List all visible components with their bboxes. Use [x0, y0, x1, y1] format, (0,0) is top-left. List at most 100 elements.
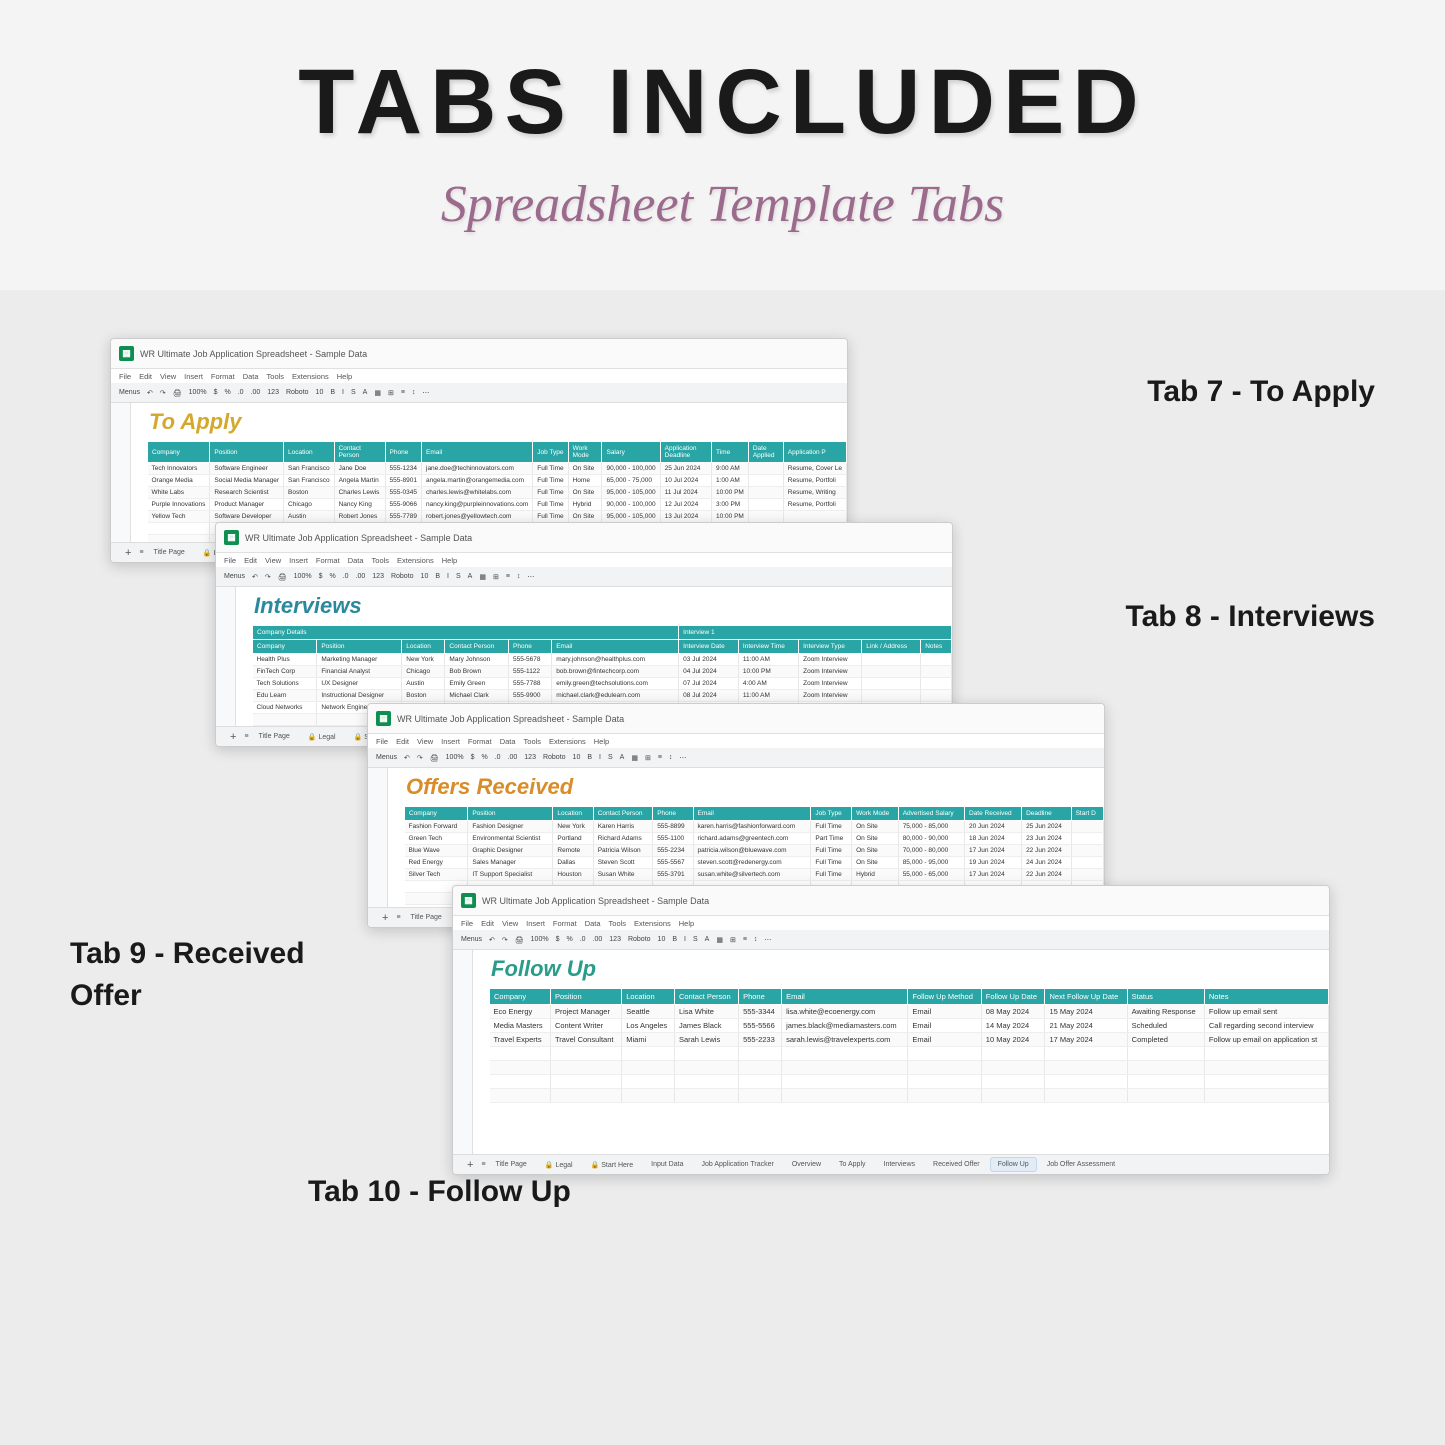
toolbar-button[interactable]: A	[363, 389, 368, 396]
menu-item[interactable]: Format	[316, 556, 340, 565]
toolbar-button[interactable]: Menus	[461, 936, 482, 943]
menu-item[interactable]: File	[461, 919, 473, 928]
menu-item[interactable]: Insert	[526, 919, 545, 928]
column-header[interactable]: Company	[405, 807, 468, 821]
menu-item[interactable]: Help	[594, 737, 609, 746]
toolbar-button[interactable]: $	[319, 573, 323, 580]
menu-item[interactable]: View	[417, 737, 433, 746]
toolbar-button[interactable]: 123	[372, 573, 384, 580]
toolbar-button[interactable]: B	[435, 573, 440, 580]
toolbar-button[interactable]: ⊞	[493, 573, 499, 581]
menu-item[interactable]: Edit	[139, 372, 152, 381]
column-header[interactable]: Location	[402, 640, 445, 654]
sheet-tab[interactable]: Title Page	[488, 1157, 535, 1172]
sheet-tab[interactable]: 🔒 Start Here	[583, 1157, 642, 1173]
menu-item[interactable]: Tools	[609, 919, 627, 928]
toolbar-button[interactable]: %	[329, 573, 335, 580]
sheet-tab[interactable]: Overview	[784, 1157, 829, 1172]
menu-item[interactable]: Data	[585, 919, 601, 928]
column-header[interactable]: Company	[253, 640, 317, 654]
toolbar-button[interactable]: ≡	[743, 936, 747, 943]
menu-item[interactable]: Format	[468, 737, 492, 746]
toolbar-button[interactable]: ⋯	[527, 573, 534, 581]
toolbar-button[interactable]: 100%	[294, 573, 312, 580]
sheet-tab[interactable]: 🔒 Legal	[300, 729, 344, 745]
toolbar-button[interactable]: I	[342, 389, 344, 396]
column-header[interactable]: Follow Up Method	[908, 989, 981, 1005]
column-header[interactable]: Salary	[602, 442, 660, 463]
column-header[interactable]: Email	[552, 640, 679, 654]
column-header[interactable]: Email	[693, 807, 811, 821]
toolbar-button[interactable]: 100%	[531, 936, 549, 943]
column-header[interactable]: Deadline	[1022, 807, 1072, 821]
table-row[interactable]: Blue WaveGraphic DesignerRemotePatricia …	[405, 845, 1104, 857]
menu-item[interactable]: Extensions	[549, 737, 586, 746]
toolbar-button[interactable]: Menus	[376, 754, 397, 761]
column-header[interactable]: Job Type	[811, 807, 852, 821]
menu-item[interactable]: Insert	[441, 737, 460, 746]
menu-item[interactable]: Edit	[396, 737, 409, 746]
column-header[interactable]: Work Mode	[568, 442, 602, 463]
column-header[interactable]: Position	[317, 640, 402, 654]
column-header[interactable]: Next Follow Up Date	[1045, 989, 1127, 1005]
menu-item[interactable]: Tools	[267, 372, 285, 381]
menu-item[interactable]: Format	[553, 919, 577, 928]
menu-item[interactable]: Format	[211, 372, 235, 381]
sheet-tab[interactable]: Follow Up	[990, 1157, 1037, 1172]
toolbar-button[interactable]: %	[224, 389, 230, 396]
table-row[interactable]: FinTech CorpFinancial AnalystChicagoBob …	[253, 666, 952, 678]
sheet-tab[interactable]: To Apply	[831, 1157, 873, 1172]
toolbar-button[interactable]: ↷	[265, 573, 271, 581]
toolbar-button[interactable]: ↷	[160, 389, 166, 397]
column-header[interactable]: Application Deadline	[660, 442, 711, 463]
column-header[interactable]: Start D	[1071, 807, 1103, 821]
column-header[interactable]: Link / Address	[862, 640, 921, 654]
toolbar-button[interactable]: S	[351, 389, 356, 396]
menu-item[interactable]: View	[160, 372, 176, 381]
menu-item[interactable]: Data	[243, 372, 259, 381]
toolbar-button[interactable]: 🖨	[430, 754, 439, 762]
toolbar-button[interactable]: $	[214, 389, 218, 396]
toolbar-button[interactable]: 123	[609, 936, 621, 943]
add-sheet-button[interactable]: +	[461, 1159, 479, 1171]
toolbar-button[interactable]: I	[447, 573, 449, 580]
sheet-tab[interactable]: Title Page	[403, 910, 450, 925]
table-row[interactable]: Red EnergySales ManagerDallasSteven Scot…	[405, 857, 1104, 869]
column-header[interactable]: Company	[490, 989, 551, 1005]
toolbar-button[interactable]: I	[684, 936, 686, 943]
column-header[interactable]: Contact Person	[593, 807, 653, 821]
menu-item[interactable]: Help	[442, 556, 457, 565]
menu-item[interactable]: View	[265, 556, 281, 565]
toolbar-button[interactable]: ⋯	[764, 936, 771, 944]
column-header[interactable]: Position	[550, 989, 621, 1005]
column-header[interactable]: Application P	[783, 442, 846, 463]
toolbar-button[interactable]: Roboto	[628, 936, 651, 943]
toolbar-button[interactable]: Roboto	[286, 389, 309, 396]
toolbar-button[interactable]: ↕	[669, 754, 673, 761]
toolbar-button[interactable]: Roboto	[391, 573, 414, 580]
toolbar-button[interactable]: 10	[316, 389, 324, 396]
toolbar-button[interactable]: ▦	[716, 936, 723, 944]
table-row[interactable]	[490, 1075, 1329, 1089]
menu-item[interactable]: Data	[348, 556, 364, 565]
table-row[interactable]: Travel ExpertsTravel ConsultantMiamiSara…	[490, 1033, 1329, 1047]
table-row[interactable]: Orange MediaSocial Media ManagerSan Fran…	[148, 475, 847, 487]
menu-item[interactable]: Data	[500, 737, 516, 746]
column-header[interactable]: Phone	[509, 640, 552, 654]
toolbar-button[interactable]: 🖨	[173, 389, 182, 397]
table-row[interactable]: Health PlusMarketing ManagerNew YorkMary…	[253, 654, 952, 666]
column-header[interactable]: Location	[284, 442, 335, 463]
table-row[interactable]: Eco EnergyProject ManagerSeattleLisa Whi…	[490, 1005, 1329, 1019]
column-header[interactable]: Notes	[1204, 989, 1328, 1005]
toolbar-button[interactable]: B	[330, 389, 335, 396]
toolbar-button[interactable]: ▦	[374, 389, 381, 397]
column-header[interactable]: Time	[712, 442, 749, 463]
toolbar-button[interactable]: .0	[343, 573, 349, 580]
add-sheet-button[interactable]: +	[376, 912, 394, 924]
toolbar-button[interactable]: %	[481, 754, 487, 761]
menu-item[interactable]: Edit	[244, 556, 257, 565]
menu-item[interactable]: Extensions	[397, 556, 434, 565]
toolbar-button[interactable]: 10	[421, 573, 429, 580]
toolbar-button[interactable]: A	[468, 573, 473, 580]
toolbar-button[interactable]: ⋯	[679, 754, 686, 762]
